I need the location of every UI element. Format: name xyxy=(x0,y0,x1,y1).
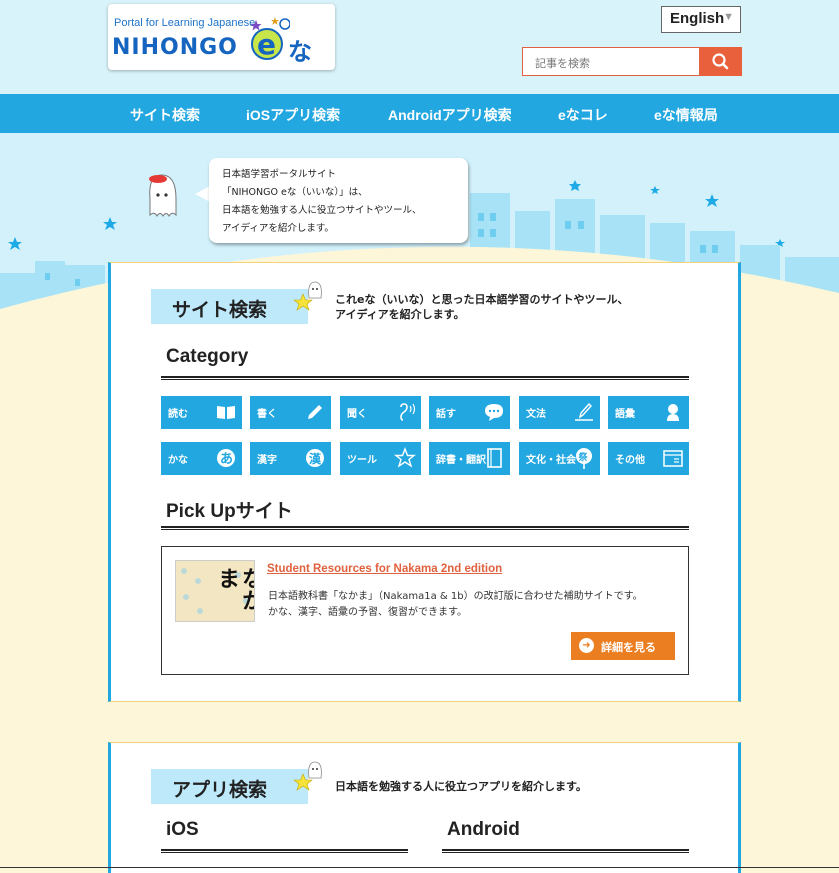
pickup-description: 日本語教科書「なかま」（Nakama1a & 1b）の改訂版に合わせた補助サイト… xyxy=(268,589,643,621)
thumbnail-text: なかま xyxy=(214,567,255,611)
description-line: 日本語教科書「なかま」（Nakama1a & 1b）の改訂版に合わせた補助サイト… xyxy=(268,591,643,602)
description-line: アイディアを紹介します。 xyxy=(335,308,465,321)
intro-line: 日本語学習ポータルサイト xyxy=(222,169,337,180)
speech-bubble-tail xyxy=(195,186,210,202)
mascot-star-icon xyxy=(293,281,322,311)
star-icon xyxy=(394,447,416,468)
dropdown-arrow-icon: ▼ xyxy=(723,11,734,23)
pencil-icon xyxy=(308,405,322,419)
category-read-button[interactable]: 読む xyxy=(161,396,242,429)
category-label: 読む xyxy=(168,409,188,420)
category-kana-button[interactable]: かな あ xyxy=(161,442,242,475)
ios-heading: iOS xyxy=(166,819,199,840)
svg-text:e: e xyxy=(257,28,276,61)
language-value: English xyxy=(670,10,725,27)
fan-icon: 祭 xyxy=(576,448,592,469)
book-icon xyxy=(217,406,235,419)
nakama-thumbnail[interactable]: なかま xyxy=(175,560,255,622)
category-label: かな xyxy=(168,455,188,466)
description-line: かな、漢字、語彙の予習、復習ができます。 xyxy=(268,607,467,618)
category-label: 辞書・翻訳 xyxy=(436,455,486,466)
app-search-description: 日本語を勉強する人に役立つアプリを紹介します。 xyxy=(335,780,587,793)
svg-text:漢: 漢 xyxy=(309,451,322,466)
category-tool-button[interactable]: ツール xyxy=(340,442,421,475)
category-heading: Category xyxy=(166,346,249,367)
category-label: 漢字 xyxy=(257,455,277,466)
category-label: ツール xyxy=(347,455,377,466)
ios-divider xyxy=(161,849,408,853)
category-vocabulary-button[interactable]: 語彙 xyxy=(608,396,689,429)
logo-e-icon: e xyxy=(250,17,290,61)
nav-site-search[interactable]: サイト検索 xyxy=(130,105,200,125)
category-label: 文法 xyxy=(526,409,546,420)
intro-speech-bubble: 日本語学習ポータルサイト 「NIHONGO eな（いいな）」は、 日本語を勉強す… xyxy=(209,158,468,243)
category-culture-button[interactable]: 文化・社会 祭 xyxy=(519,442,600,475)
search-button[interactable] xyxy=(700,47,742,76)
category-label: 話す xyxy=(436,409,456,420)
site-search-description: これeな（いいな）と思った日本語学習のサイトやツール、 アイディアを紹介します。 xyxy=(335,292,628,322)
svg-text:あ: あ xyxy=(220,452,233,467)
dictionary-icon xyxy=(487,448,502,468)
intro-line: 日本語を勉強する人に役立つサイトやツール、 xyxy=(222,205,422,216)
main-nav: サイト検索 iOSアプリ検索 Androidアプリ検索 eなコレ eな情報局 xyxy=(0,94,839,133)
category-listen-button[interactable]: 聞く xyxy=(340,396,421,429)
search-placeholder: 記事を検索 xyxy=(535,57,590,70)
svg-text:祭: 祭 xyxy=(578,451,589,463)
pickup-card: なかま Student Resources for Nakama 2nd edi… xyxy=(161,546,689,675)
speech-bubble-icon xyxy=(485,404,503,421)
app-search-section xyxy=(108,742,741,873)
category-label: その他 xyxy=(615,455,645,466)
hiragana-a-icon: あ xyxy=(217,449,235,467)
app-search-title: アプリ検索 xyxy=(172,779,268,801)
site-logo[interactable]: Portal for Learning Japanese NIHONGO e な xyxy=(108,4,335,70)
category-other-button[interactable]: その他 xyxy=(608,442,689,475)
category-label: 語彙 xyxy=(615,409,635,420)
intro-line: 「NIHONGO eな（いいな）」は、 xyxy=(222,187,368,198)
view-details-button[interactable]: ➜ 詳細を見る xyxy=(571,632,675,660)
category-label: 聞く xyxy=(347,409,367,420)
nav-ios-app-search[interactable]: iOSアプリ検索 xyxy=(246,105,340,125)
person-icon xyxy=(667,404,679,421)
logo-text: NIHONGO xyxy=(112,35,238,60)
logo-na-text: な xyxy=(288,38,312,66)
logo-subtitle: Portal for Learning Japanese xyxy=(114,17,256,29)
detail-label: 詳細を見る xyxy=(601,641,656,654)
nav-ena-kore[interactable]: eなコレ xyxy=(558,105,608,125)
intro-line: アイディアを紹介します。 xyxy=(222,223,334,234)
pickup-title-link[interactable]: Student Resources for Nakama 2nd edition xyxy=(267,563,502,575)
ear-icon xyxy=(400,403,416,421)
arrow-right-icon: ➜ xyxy=(579,638,594,653)
site-search-title: サイト検索 xyxy=(172,299,268,321)
viewport-bottom-border xyxy=(0,867,839,868)
window-icon xyxy=(663,450,683,467)
category-divider xyxy=(161,376,689,380)
category-speak-button[interactable]: 話す xyxy=(429,396,510,429)
writing-icon xyxy=(575,402,593,421)
category-grammar-button[interactable]: 文法 xyxy=(519,396,600,429)
category-dictionary-button[interactable]: 辞書・翻訳 xyxy=(429,442,510,475)
nav-ena-news[interactable]: eな情報局 xyxy=(654,105,718,125)
category-label: 文化・社会 xyxy=(526,455,576,466)
mascot-star-icon xyxy=(293,761,322,791)
search-icon xyxy=(712,53,729,70)
pickup-heading: Pick Upサイト xyxy=(166,501,293,522)
android-divider xyxy=(442,849,689,853)
description-line: これeな（いいな）と思った日本語学習のサイトやツール、 xyxy=(335,293,629,306)
nav-android-app-search[interactable]: Androidアプリ検索 xyxy=(388,105,512,125)
kanji-icon: 漢 xyxy=(306,449,324,467)
category-write-button[interactable]: 書く xyxy=(250,396,331,429)
pickup-divider xyxy=(161,526,689,530)
search-input[interactable]: 記事を検索 xyxy=(522,47,700,76)
language-select[interactable]: English ▼ xyxy=(661,6,741,33)
category-label: 書く xyxy=(257,409,277,420)
category-kanji-button[interactable]: 漢字 漢 xyxy=(250,442,331,475)
android-heading: Android xyxy=(447,819,520,840)
